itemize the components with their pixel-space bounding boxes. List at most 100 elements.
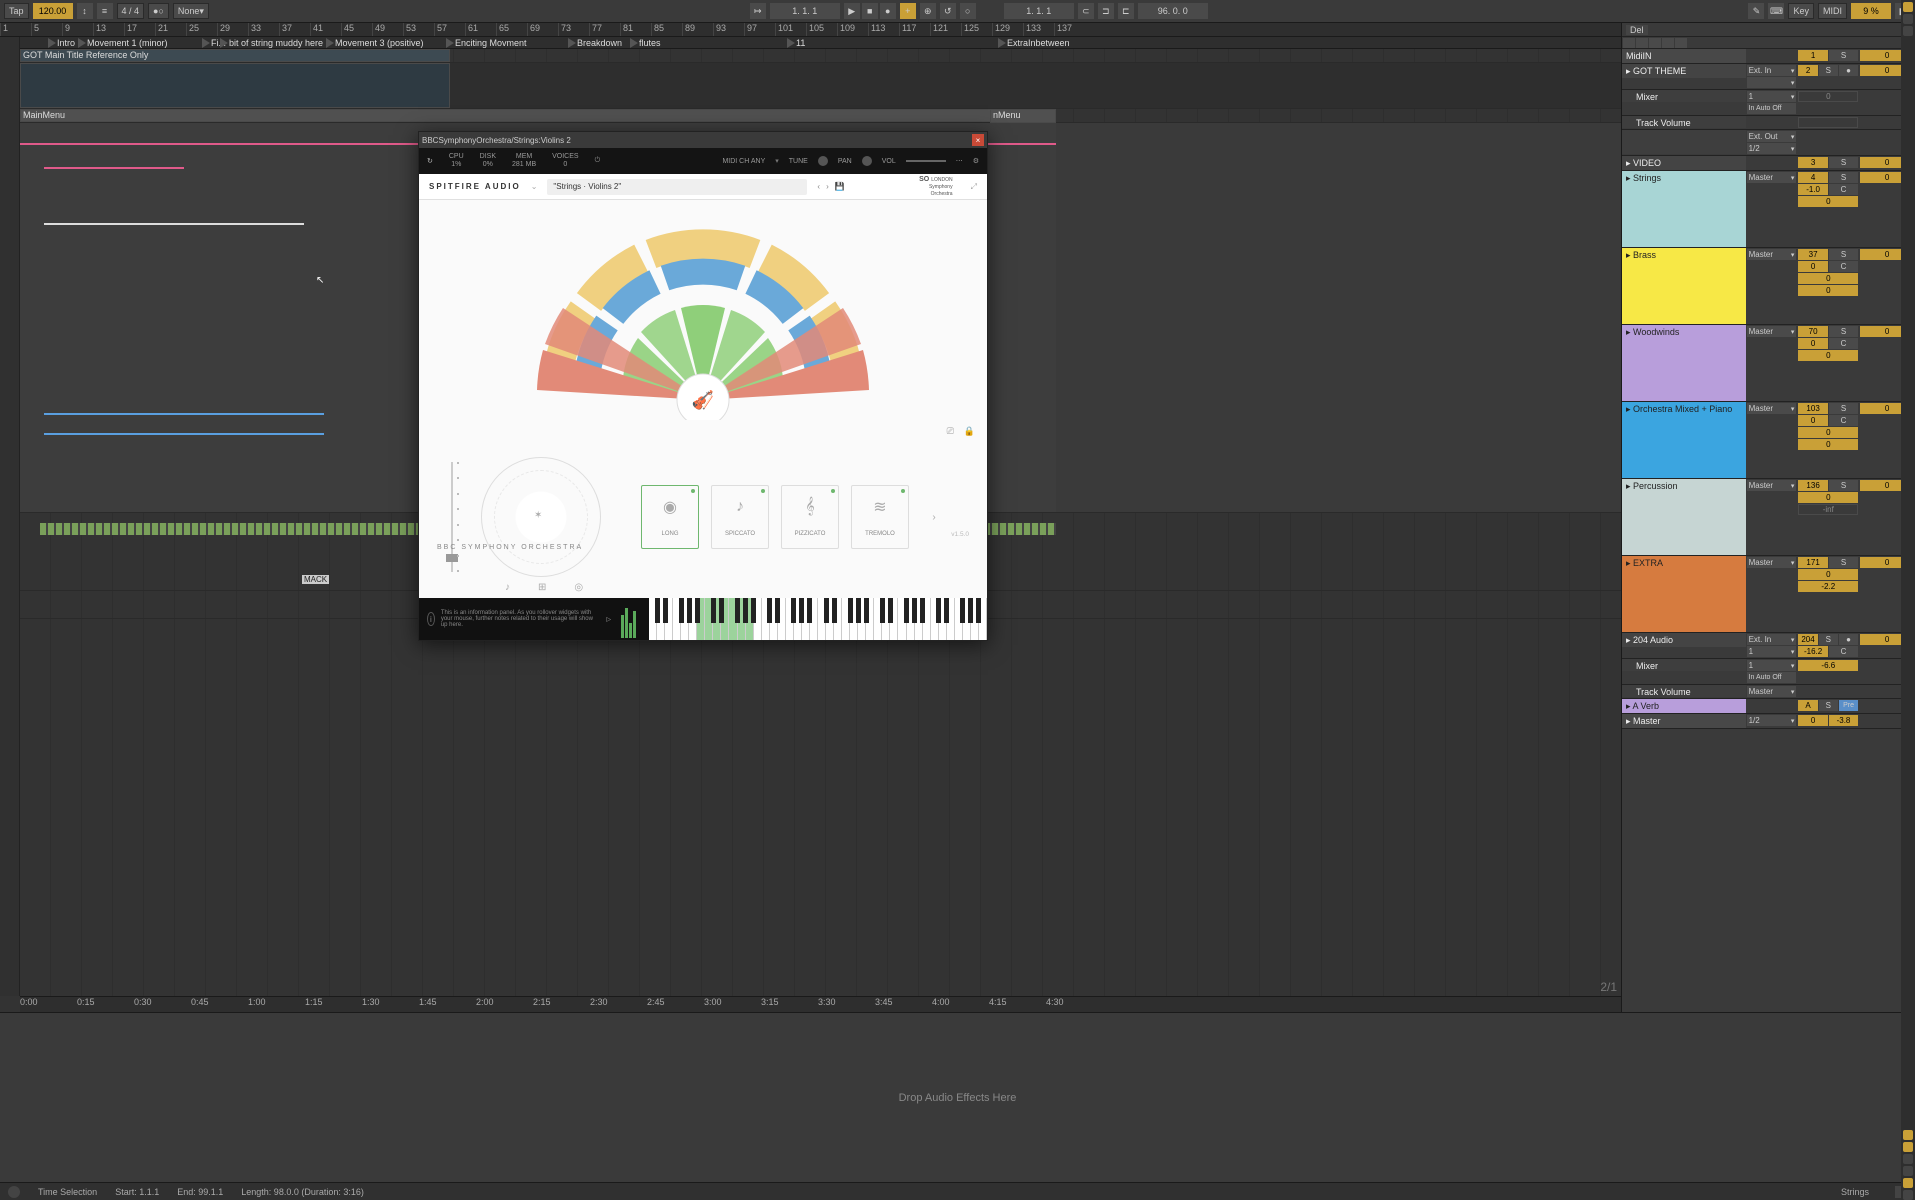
monitor-selector[interactable]: In Auto Off [1747,103,1797,114]
plugin-titlebar[interactable]: BBCSymphonyOrchestra/Strings:Violins 2 × [419,132,987,148]
io-selector[interactable]: Ext. In▾ [1747,65,1797,76]
io-selector[interactable]: Master▾ [1747,686,1797,697]
solo-button[interactable]: S [1819,634,1838,645]
io-selector[interactable]: 1/2▾ [1747,143,1797,154]
piano-key-black[interactable] [856,598,861,623]
locator-marker[interactable]: Breakdown [568,37,622,49]
overdub-button[interactable]: + [900,3,916,19]
locator-lane[interactable]: IntroMovement 1 (minor)Fi...bit of strin… [20,37,1621,49]
solo-button[interactable]: S [1829,403,1858,414]
send-value[interactable]: 0 [1798,338,1827,349]
piano-key-black[interactable] [775,598,780,623]
value-cell[interactable]: 0 [1798,350,1858,361]
expand-icon[interactable]: ⤢ [971,182,977,192]
track-number[interactable]: 2 [1798,65,1817,76]
midi-map-button[interactable]: MIDI [1818,3,1847,19]
io-selector[interactable]: Master▾ [1747,172,1797,183]
piano-key-black[interactable] [920,598,925,623]
value-cell[interactable]: -6.6 [1798,660,1858,671]
keyboard-icon[interactable]: ⌨ [1768,3,1784,19]
sends-section-button[interactable] [1636,38,1648,48]
send-value[interactable]: 0 [1798,261,1827,272]
track-name[interactable]: ▸ Orchestra Mixed + Piano [1622,402,1746,478]
chevron-down-icon[interactable]: ⌄ [531,182,538,191]
piano-key-black[interactable] [936,598,941,623]
expression-knob[interactable]: ✶ [481,457,601,577]
loop-start[interactable]: 1. 1. 1 [1004,3,1074,19]
strip-icon[interactable] [1903,26,1913,36]
mapping-icon[interactable]: ⊞ [538,582,546,593]
piano-key-black[interactable] [824,598,829,623]
piano-key-black[interactable] [695,598,700,623]
piano-key-black[interactable] [912,598,917,623]
arm-button[interactable]: ● [1839,65,1858,76]
sub-row-label[interactable]: Track Volume [1622,116,1746,128]
track-number[interactable]: 136 [1798,480,1827,491]
session-toggle-icon[interactable] [1903,2,1913,12]
value-cell[interactable]: 0 [1798,715,1827,726]
io-selector[interactable]: 1▾ [1747,646,1797,657]
plugin-midi-channel[interactable]: MIDI CH ANY [722,158,765,165]
piano-key-black[interactable] [904,598,909,623]
crossfade-button[interactable]: C [1829,415,1858,426]
value-cell[interactable]: -2.2 [1798,581,1858,592]
returns-toggle-icon[interactable] [1903,1154,1913,1164]
automation-arm-button[interactable]: ⊕ [920,3,936,19]
loop-button[interactable]: ⊂ [1078,3,1094,19]
send-value[interactable]: 0 [1798,492,1858,503]
piano-key-black[interactable] [687,598,692,623]
stop-button[interactable]: ■ [862,3,878,19]
locator-marker[interactable]: 11 [787,37,805,49]
keyboard-keys[interactable] [649,598,987,640]
mixer-toggle-icon[interactable] [1903,1166,1913,1176]
piano-key-black[interactable] [960,598,965,623]
bar-ruler[interactable]: 1591317212529333741454953576165697377818… [0,23,1621,37]
crossfade-button[interactable]: C [1829,646,1858,657]
track-name[interactable]: MidiIN [1622,49,1746,63]
piano-key-black[interactable] [944,598,949,623]
piano-key-black[interactable] [767,598,772,623]
next-preset-icon[interactable]: › [826,182,829,191]
lock-icon[interactable]: 🔒 [964,426,975,437]
plugin-settings-icon[interactable]: ⚙ [973,157,979,165]
return-track-name[interactable]: ▸ A Verb [1622,699,1746,713]
io-selector[interactable]: Master▾ [1747,326,1797,337]
pan-knob[interactable] [862,156,872,166]
track-name[interactable]: ▸ Strings [1622,171,1746,247]
arrangement-position[interactable]: 1. 1. 1 [770,3,840,19]
io-selector[interactable]: 1▾ [1747,91,1797,102]
target-icon[interactable]: ◎ [574,582,583,593]
mic-mixer-fan[interactable]: 🎻 [493,210,913,420]
returns-section-button[interactable] [1649,38,1661,48]
monitor-selector[interactable]: In Auto Off [1747,672,1797,683]
piano-key-black[interactable] [751,598,756,623]
piano-key-black[interactable] [655,598,660,623]
value-cell[interactable]: 0 [1798,285,1858,296]
nudge-up-icon[interactable]: ≡ [97,3,113,19]
piano-key-black[interactable] [976,598,981,623]
save-preset-icon[interactable]: 💾 [835,182,845,191]
volume-slider[interactable] [906,160,946,162]
loop-length[interactable]: 96. 0. 0 [1138,3,1208,19]
clip-mack-label[interactable]: MACK [302,575,329,584]
locator-marker[interactable]: Enciting Movment [446,37,527,49]
piano-key-black[interactable] [711,598,716,623]
clip-waveform[interactable] [20,63,450,108]
time-ruler[interactable]: 0:000:150:300:451:001:151:301:452:002:15… [20,996,1621,1012]
prev-preset-icon[interactable]: ‹ [817,182,820,191]
io-selector[interactable]: Master▾ [1747,249,1797,260]
track-number[interactable]: 171 [1798,557,1827,568]
sound-icon[interactable]: ♪ [505,582,510,593]
follow-icon[interactable]: ↦ [750,3,766,19]
io-toggle-icon[interactable] [1903,1130,1913,1140]
locator-marker[interactable]: Movement 3 (positive) [326,37,424,49]
metronome-button[interactable]: ●○ [148,3,169,19]
send-value[interactable]: 0 [1798,415,1827,426]
track-number[interactable]: 4 [1798,172,1827,183]
track-number[interactable]: 103 [1798,403,1827,414]
draw-mode-icon[interactable]: ✎ [1748,3,1764,19]
close-icon[interactable]: × [972,134,984,146]
solo-button[interactable]: S [1829,249,1858,260]
plugin-menu-icon[interactable]: ⋯ [956,157,963,165]
piano-key-black[interactable] [888,598,893,623]
